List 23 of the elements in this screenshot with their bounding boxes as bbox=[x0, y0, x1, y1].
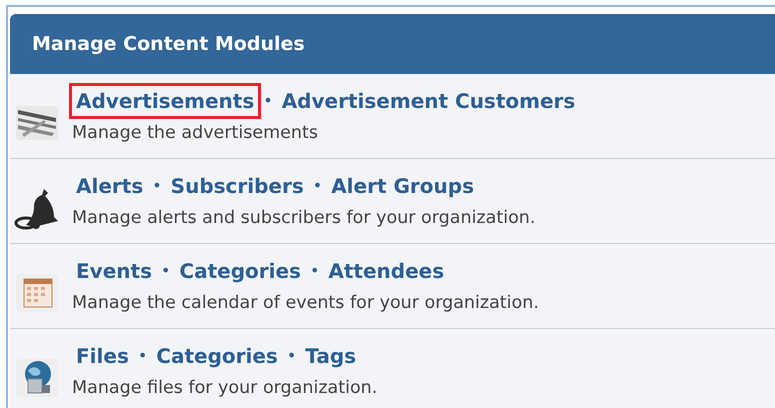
module-description: Manage the calendar of events for your organization. bbox=[72, 292, 539, 315]
module-description: Manage alerts and subscribers for your organization. bbox=[72, 206, 536, 230]
module-link[interactable]: Files bbox=[72, 340, 133, 371]
module-link[interactable]: Alerts bbox=[72, 170, 148, 201]
module-description: Manage the advertisements bbox=[72, 122, 319, 145]
bullet-separator: • bbox=[308, 260, 320, 282]
module-description: Manage files for your organization. bbox=[72, 376, 378, 400]
bullet-separator: • bbox=[312, 174, 324, 197]
module-link[interactable]: Events bbox=[72, 256, 156, 286]
module-link[interactable]: Advertisements bbox=[72, 86, 258, 116]
bullet-separator: • bbox=[151, 174, 163, 197]
module-link[interactable]: Alert Groups bbox=[327, 170, 478, 201]
bullet-separator: • bbox=[286, 344, 298, 367]
module-link[interactable]: Advertisement Customers bbox=[278, 86, 580, 116]
module-link[interactable]: Categories bbox=[175, 256, 305, 286]
module-link[interactable]: Attendees bbox=[324, 256, 448, 286]
module-link[interactable]: Tags bbox=[301, 340, 360, 371]
bullet-separator: • bbox=[262, 90, 274, 112]
module-link[interactable]: Subscribers bbox=[166, 170, 308, 201]
panel-header: Manage Content Modules bbox=[10, 14, 775, 74]
bullet-separator: • bbox=[136, 344, 148, 367]
module-link[interactable]: Categories bbox=[152, 340, 282, 371]
bullet-separator: • bbox=[160, 260, 172, 282]
